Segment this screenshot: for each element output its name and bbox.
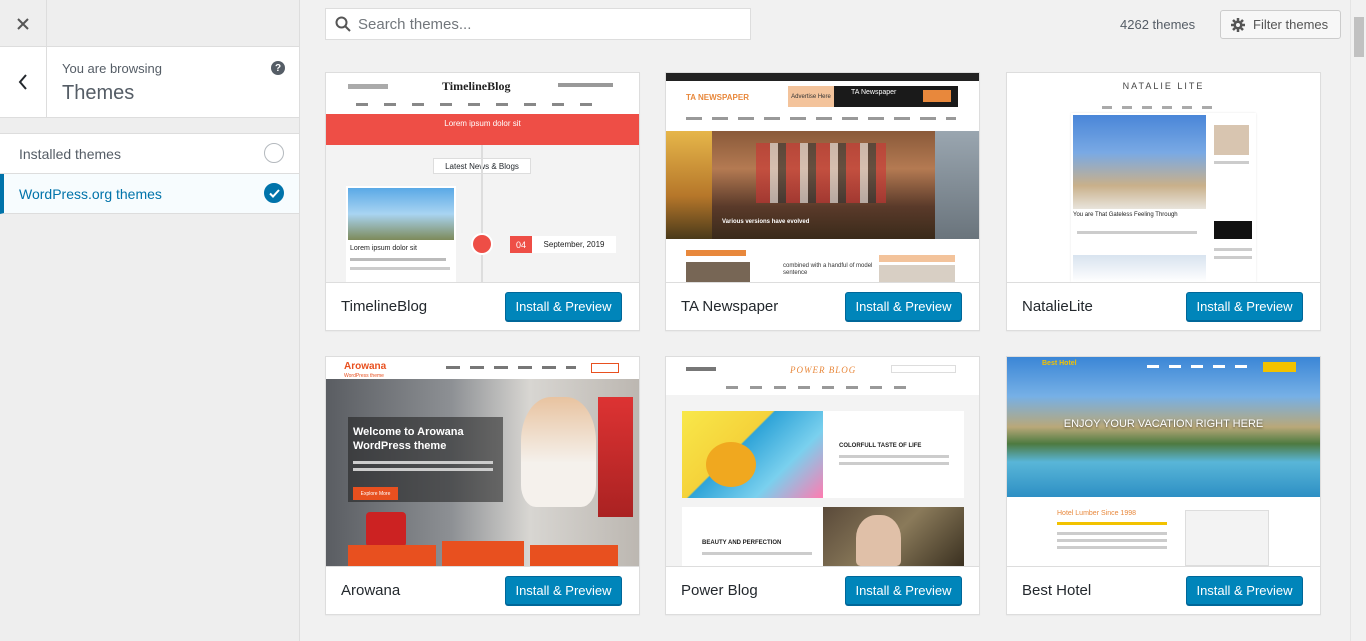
browsing-label: You are browsing: [62, 61, 162, 76]
theme-name: Power Blog: [681, 582, 758, 599]
installed-themes-label: Installed themes: [19, 145, 121, 162]
hero-cta: Explore More: [353, 487, 398, 500]
ad-title: TA Newspaper: [851, 89, 897, 96]
theme-screenshot[interactable]: NATALIE LITE You are That Gateless Feeli…: [1007, 73, 1320, 282]
post-title-2: BEAUTY AND PERFECTION: [702, 540, 782, 546]
scrollbar[interactable]: [1350, 0, 1366, 641]
theme-card-footer: TA Newspaper Install & Preview: [666, 282, 979, 330]
theme-card-best-hotel[interactable]: Best Hotel ENJOY YOUR VACATION RIGHT HER…: [1006, 356, 1321, 615]
browsing-panel: You are browsing Themes ?: [0, 47, 299, 118]
theme-screenshot[interactable]: TimelineBlog Lorem ipsum dolor sit Lates…: [326, 73, 639, 282]
post-title-1: COLORFULL TASTE OF LIFE: [839, 443, 922, 449]
checkmark-icon: [268, 188, 280, 198]
hero-text: Welcome to Arowana WordPress theme: [353, 426, 464, 453]
slider-caption: Various versions have evolved: [722, 219, 810, 225]
search-icon: [328, 16, 358, 32]
theme-card-footer: TimelineBlog Install & Preview: [326, 282, 639, 330]
theme-screenshot[interactable]: TA NEWSPAPER Advertise Here TA Newspaper…: [666, 73, 979, 282]
theme-logo: POWER BLOG: [790, 365, 857, 375]
theme-screenshot[interactable]: Arowana WordPress theme Welcome to Arowa…: [326, 357, 639, 566]
radio-checked-icon[interactable]: [264, 183, 284, 203]
hero-text: ENJOY YOUR VACATION RIGHT HERE: [1063, 418, 1264, 430]
sidebar-header: [0, 0, 299, 47]
search-box: [325, 8, 751, 40]
install-preview-button[interactable]: Install & Preview: [1186, 576, 1303, 605]
theme-name: Best Hotel: [1022, 582, 1092, 599]
theme-source-list: Installed themes WordPress.org themes: [0, 133, 299, 214]
search-input[interactable]: [358, 15, 738, 33]
ad-banner: Advertise Here: [788, 86, 834, 107]
hotel-subtitle: Hotel Lumber Since 1998: [1057, 510, 1136, 517]
close-icon: [17, 17, 29, 30]
install-preview-button[interactable]: Install & Preview: [1186, 292, 1303, 321]
theme-card-natalielite[interactable]: NATALIE LITE You are That Gateless Feeli…: [1006, 72, 1321, 331]
side-post-text: combined with a handful of model sentenc…: [783, 263, 873, 277]
back-button[interactable]: [0, 47, 47, 117]
install-preview-button[interactable]: Install & Preview: [845, 292, 962, 321]
install-preview-button[interactable]: Install & Preview: [845, 576, 962, 605]
date-day: 04: [510, 236, 532, 253]
chevron-left-icon: [18, 74, 27, 90]
gear-icon: [1231, 17, 1245, 32]
browsing-title: Themes: [62, 82, 135, 104]
theme-logo: Best Hotel: [1042, 360, 1077, 367]
hero-text: Lorem ipsum dolor sit: [444, 119, 521, 128]
theme-count: 4262 themes: [1120, 17, 1196, 32]
customizer-sidebar: You are browsing Themes ? Installed them…: [0, 0, 300, 641]
theme-card-footer: Best Hotel Install & Preview: [1007, 566, 1320, 614]
theme-card-arowana[interactable]: Arowana WordPress theme Welcome to Arowa…: [325, 356, 640, 615]
post-title: You are That Gateless Feeling Through: [1073, 212, 1178, 218]
theme-name: NatalieLite: [1022, 298, 1093, 315]
themes-toolbar: 4262 themes Filter themes: [300, 0, 1350, 47]
scrollbar-thumb[interactable]: [1354, 17, 1364, 57]
theme-card-power-blog[interactable]: POWER BLOG COLORFULL TASTE OF LIFE BEAUT…: [665, 356, 980, 615]
date-text: September, 2019: [532, 236, 616, 253]
theme-logo: Arowana: [344, 361, 387, 372]
filter-themes-label: Filter themes: [1253, 17, 1329, 32]
theme-name: TimelineBlog: [341, 298, 428, 315]
theme-name: Arowana: [341, 582, 401, 599]
radio-unchecked-icon[interactable]: [264, 143, 284, 163]
wordpress-org-themes-label: WordPress.org themes: [19, 185, 162, 202]
theme-card-footer: NatalieLite Install & Preview: [1007, 282, 1320, 330]
theme-card-footer: Power Blog Install & Preview: [666, 566, 979, 614]
theme-name: TA Newspaper: [681, 298, 779, 315]
theme-logo: TimelineBlog: [442, 79, 511, 93]
install-preview-button[interactable]: Install & Preview: [505, 576, 622, 605]
theme-logo: TA NEWSPAPER: [686, 93, 749, 102]
theme-card-ta-newspaper[interactable]: TA NEWSPAPER Advertise Here TA Newspaper…: [665, 72, 980, 331]
filter-themes-button[interactable]: Filter themes: [1220, 10, 1341, 39]
close-button[interactable]: [0, 0, 47, 47]
install-preview-button[interactable]: Install & Preview: [505, 292, 622, 321]
post-title: Lorem ipsum dolor sit: [350, 245, 417, 252]
wordpress-org-themes-option[interactable]: WordPress.org themes: [0, 174, 299, 214]
theme-card-footer: Arowana Install & Preview: [326, 566, 639, 614]
theme-card-timelineblog[interactable]: TimelineBlog Lorem ipsum dolor sit Lates…: [325, 72, 640, 331]
help-icon[interactable]: ?: [271, 61, 285, 75]
theme-screenshot[interactable]: POWER BLOG COLORFULL TASTE OF LIFE BEAUT…: [666, 357, 979, 566]
theme-screenshot[interactable]: Best Hotel ENJOY YOUR VACATION RIGHT HER…: [1007, 357, 1320, 566]
installed-themes-option[interactable]: Installed themes: [0, 134, 299, 174]
theme-logo: NATALIE LITE: [1122, 81, 1205, 91]
